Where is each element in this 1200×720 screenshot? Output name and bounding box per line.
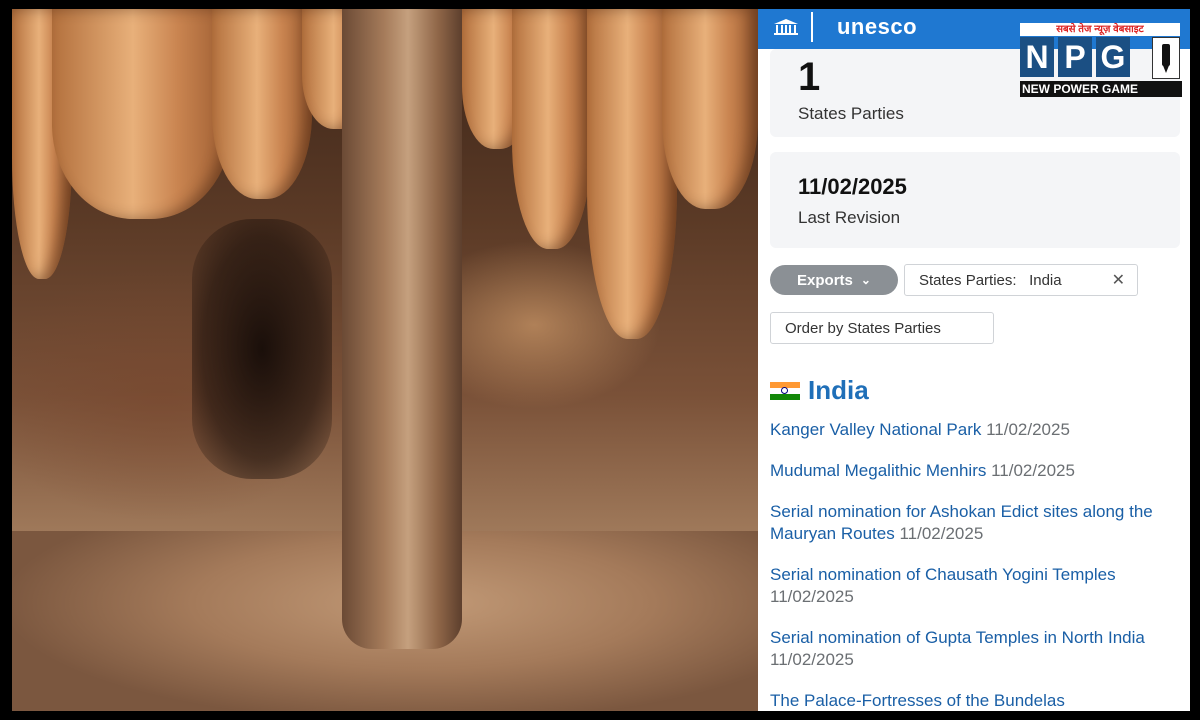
stalactite [212, 9, 312, 199]
site-date: 11/02/2025 [770, 650, 854, 669]
states-parties-filter-chip[interactable]: States Parties: India ✕ [904, 264, 1138, 296]
country-heading: India [770, 375, 869, 406]
site-date: 11/02/2025 [991, 461, 1075, 480]
unesco-logo[interactable]: unesco [760, 11, 942, 43]
npg-logo: सबसे तेज न्यूज़ वेबसाइट N P G NEW POWER … [1020, 23, 1182, 97]
site-date: 11/02/2025 [986, 420, 1070, 439]
site-date: 11/02/2025 [899, 524, 984, 543]
exports-label: Exports [797, 271, 853, 289]
unesco-temple-icon [761, 12, 811, 42]
last-revision-label: Last Revision [798, 208, 901, 227]
order-by-button[interactable]: Order by States Parties [770, 312, 994, 344]
country-name: India [808, 375, 869, 405]
stalactite [52, 9, 232, 219]
list-item: Serial nomination of Chausath Yogini Tem… [770, 564, 1188, 608]
exports-button[interactable]: Exports ⌄ [770, 265, 898, 295]
site-date: 11/02/2025 [770, 587, 854, 606]
pen-nib-icon [1152, 37, 1180, 79]
npg-letter: P [1058, 37, 1092, 77]
india-flag-icon [770, 381, 800, 400]
last-revision-card: 11/02/2025 Last Revision [770, 152, 1180, 248]
site-link[interactable]: Mudumal Megalithic Menhirs [770, 461, 986, 480]
cave-photo [12, 9, 758, 711]
site-link[interactable]: Serial nomination of Chausath Yogini Tem… [770, 565, 1116, 584]
chevron-down-icon: ⌄ [860, 273, 871, 287]
stalagmite-column [342, 9, 462, 649]
list-item: Mudumal Megalithic Menhirs 11/02/2025 [770, 460, 1188, 482]
list-item: Serial nomination of Gupta Temples in No… [770, 627, 1188, 671]
order-label: Order by States Parties [785, 319, 941, 337]
list-item: Kanger Valley National Park 11/02/2025 [770, 419, 1188, 441]
site-link[interactable]: Kanger Valley National Park [770, 420, 981, 439]
stalactite [512, 9, 592, 249]
npg-letter: N [1020, 37, 1054, 77]
npg-tagline: सबसे तेज न्यूज़ वेबसाइट [1020, 23, 1180, 36]
npg-letter: G [1096, 37, 1130, 77]
list-item: Serial nomination for Ashokan Edict site… [770, 501, 1188, 545]
site-link[interactable]: The Palace-Fortresses of the Bundelas [770, 691, 1065, 710]
list-item: The Palace-Fortresses of the Bundelas [770, 690, 1188, 711]
states-parties-label: States Parties [798, 104, 904, 123]
npg-subtitle: NEW POWER GAME [1020, 81, 1182, 97]
close-icon[interactable]: ✕ [1112, 270, 1125, 290]
filter-value: India [1029, 271, 1062, 289]
filter-label: States Parties: [919, 271, 1017, 289]
site-list: Kanger Valley National Park 11/02/2025 M… [770, 419, 1188, 711]
unesco-wordmark: unesco [836, 14, 918, 39]
stalactite [662, 9, 758, 209]
states-parties-count: 1 [798, 55, 821, 99]
site-link[interactable]: Serial nomination of Gupta Temples in No… [770, 628, 1145, 647]
last-revision-date: 11/02/2025 [798, 174, 907, 199]
cave-shadow [192, 219, 332, 479]
unesco-panel: unesco 1 States Parties सबसे तेज न्यूज़ … [758, 9, 1190, 711]
